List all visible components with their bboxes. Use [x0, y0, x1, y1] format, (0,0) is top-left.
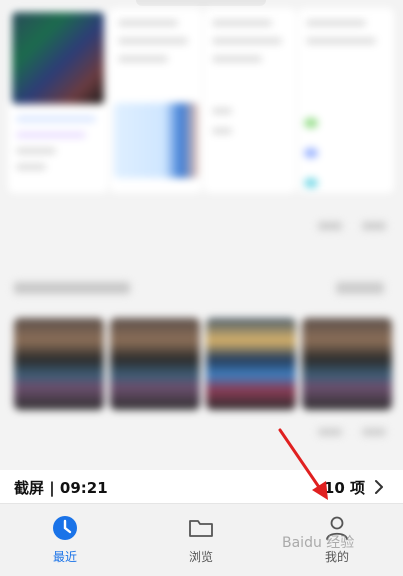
tab-browse-label: 浏览	[188, 550, 213, 564]
control	[362, 428, 386, 436]
image-tile	[206, 318, 296, 410]
chart-thumbnail	[114, 103, 198, 178]
info-row: 截屏 | 09:21 10 项	[0, 470, 403, 504]
control	[318, 222, 342, 230]
section-title-line	[14, 282, 130, 294]
image-tile	[14, 318, 104, 410]
section-more-line	[336, 282, 384, 294]
text-line	[212, 56, 262, 62]
color-swatch	[304, 148, 318, 158]
text-line	[212, 128, 232, 134]
text-line	[212, 38, 282, 44]
control	[318, 428, 342, 436]
control	[362, 222, 386, 230]
text-line	[16, 148, 56, 154]
text-line	[306, 20, 366, 26]
screenshot-info: 截屏 | 09:21	[14, 478, 108, 497]
image-tile	[110, 318, 200, 410]
items-count-link[interactable]: 10 项	[324, 477, 385, 498]
clock-icon	[53, 516, 77, 540]
color-swatch	[304, 118, 318, 128]
text-line	[118, 20, 178, 26]
text-line	[212, 108, 232, 114]
watermark-logo: Baidu 经验	[282, 535, 355, 551]
app-card	[8, 8, 108, 193]
text-line	[16, 116, 96, 122]
chevron-right-icon	[375, 480, 383, 494]
app-card	[110, 8, 202, 193]
text-line	[16, 164, 46, 170]
text-line	[306, 38, 376, 44]
text-line	[16, 132, 86, 138]
text-line	[212, 20, 272, 26]
text-line	[118, 38, 188, 44]
blurred-content	[0, 0, 403, 470]
screen: 截屏 | 09:21 10 项 最近 浏览 我的 Baidu 经验	[0, 0, 403, 576]
tab-recent-label: 最近	[52, 550, 77, 564]
tab-browse[interactable]: 浏览	[151, 514, 251, 565]
tab-recent[interactable]: 最近	[15, 514, 115, 565]
items-count: 10 项	[323, 478, 365, 497]
folder-icon	[189, 520, 213, 537]
app-thumbnail	[12, 12, 104, 104]
color-swatch	[304, 178, 318, 188]
text-line	[118, 56, 168, 62]
app-card	[298, 8, 394, 193]
app-card	[204, 8, 296, 193]
image-tile	[302, 318, 392, 410]
